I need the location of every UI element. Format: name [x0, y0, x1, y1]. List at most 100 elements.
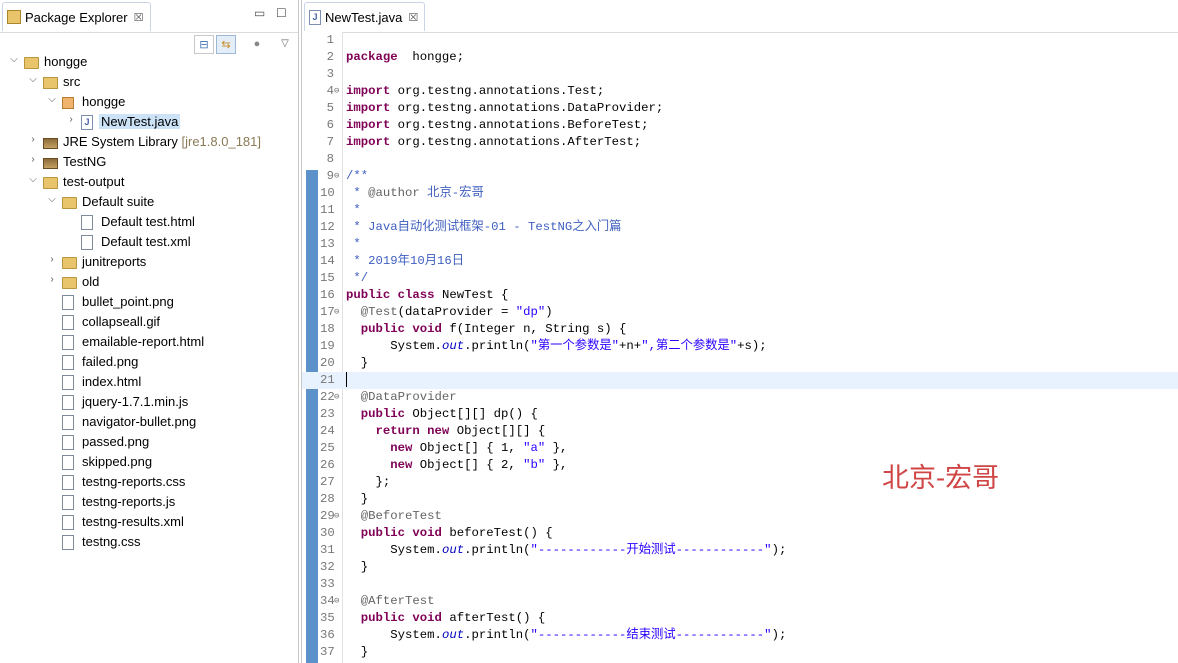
code-line[interactable]: 5 import org.testng.annotations.DataProvi… [302, 100, 1178, 117]
code-line[interactable]: 33 [302, 576, 1178, 593]
chevron-right-icon[interactable]: › [27, 154, 39, 165]
code-line[interactable]: 16 public class NewTest { [302, 287, 1178, 304]
tree-item[interactable]: passed.png [0, 432, 298, 452]
tree-item-text: Default suite [82, 194, 155, 209]
tree-item[interactable]: skipped.png [0, 452, 298, 472]
tree-item[interactable]: ⌵ src [0, 72, 298, 92]
tree-item[interactable]: jquery-1.7.1.min.js [0, 392, 298, 412]
close-icon[interactable]: ☒ [134, 11, 144, 24]
fold-toggle-icon[interactable]: ⊖ [334, 83, 339, 100]
chevron-right-icon[interactable]: › [27, 134, 39, 145]
tree-item[interactable]: ⌵ hongge [0, 52, 298, 72]
code-line[interactable]: 18 public void f(Integer n, String s) { [302, 321, 1178, 338]
tree-item[interactable]: testng-reports.js [0, 492, 298, 512]
code-line[interactable]: 8 [302, 151, 1178, 168]
code-line[interactable]: 2 package hongge; [302, 49, 1178, 66]
code-line[interactable]: 26 new Object[] { 2, "b" }, [302, 457, 1178, 474]
code-line[interactable]: 28 } [302, 491, 1178, 508]
fold-toggle-icon[interactable]: ⊖ [334, 508, 339, 525]
code-line[interactable]: 17 ⊖ @Test(dataProvider = "dp") [302, 304, 1178, 321]
tree-item[interactable]: testng-reports.css [0, 472, 298, 492]
code-editor[interactable]: 1 2 package hongge; 3 4 ⊖ import org.testng.an… [302, 32, 1178, 663]
tree-item-text: hongge [44, 54, 88, 69]
chevron-down-icon[interactable]: ⌵ [27, 74, 39, 85]
code-line[interactable]: 4 ⊖ import org.testng.annotations.Test; [302, 83, 1178, 100]
close-icon[interactable]: ☒ [408, 11, 418, 24]
code-line[interactable]: 35 public void afterTest() { [302, 610, 1178, 627]
code-line[interactable]: 15 */ [302, 270, 1178, 287]
fold-toggle-icon[interactable]: ⊖ [334, 593, 339, 610]
code-line[interactable]: 11 * [302, 202, 1178, 219]
tree-item[interactable]: emailable-report.html [0, 332, 298, 352]
code-line[interactable]: 13 * [302, 236, 1178, 253]
fold-toggle-icon[interactable]: ⊖ [334, 389, 339, 406]
code-line[interactable]: 34 ⊖ @AfterTest [302, 593, 1178, 610]
tree-item[interactable]: Default test.xml [0, 232, 298, 252]
file-icon [62, 455, 74, 470]
tree-item[interactable]: › J NewTest.java [0, 112, 298, 132]
code-line[interactable]: 10 * @author 北京-宏哥 [302, 185, 1178, 202]
tab-package-explorer[interactable]: Package Explorer ☒ [2, 2, 151, 31]
tree-item[interactable]: ⌵ Default suite [0, 192, 298, 212]
fold-toggle-icon[interactable]: ⊖ [334, 304, 339, 321]
chevron-down-icon[interactable]: ⌵ [8, 54, 20, 65]
code-token: * [346, 203, 361, 217]
tree-item[interactable]: failed.png [0, 352, 298, 372]
tree-item[interactable]: index.html [0, 372, 298, 392]
chevron-down-icon[interactable]: ⌵ [46, 94, 58, 105]
code-line[interactable]: 22 ⊖ @DataProvider [302, 389, 1178, 406]
tree-item-text: bullet_point.png [82, 294, 174, 309]
chevron-right-icon[interactable]: › [65, 114, 77, 125]
code-line[interactable]: 20 } [302, 355, 1178, 372]
code-line[interactable]: 6 import org.testng.annotations.BeforeTes… [302, 117, 1178, 134]
tree-item[interactable]: collapseall.gif [0, 312, 298, 332]
code-line[interactable]: 37 } [302, 644, 1178, 661]
chevron-down-icon[interactable]: ⌵ [46, 194, 58, 205]
code-line[interactable]: 36 System.out.println("------------结束测试-… [302, 627, 1178, 644]
tree-item[interactable]: bullet_point.png [0, 292, 298, 312]
chevron-right-icon[interactable]: › [46, 254, 58, 265]
tree-item[interactable]: › junitreports [0, 252, 298, 272]
tree-item[interactable]: ⌵ hongge [0, 92, 298, 112]
minimize-icon[interactable]: ▭ [254, 6, 265, 20]
code-token: } [346, 645, 369, 659]
code-token: .println( [464, 543, 531, 557]
code-line[interactable]: 25 new Object[] { 1, "a" }, [302, 440, 1178, 457]
tree-item[interactable]: › JRE System Library [jre1.8.0_181] [0, 132, 298, 152]
code-line[interactable]: 14 * 2019年10月16日 [302, 253, 1178, 270]
code-line[interactable]: 21 [302, 372, 1178, 389]
code-line[interactable]: 30 public void beforeTest() { [302, 525, 1178, 542]
tree-item[interactable]: ⌵ test-output [0, 172, 298, 192]
tree-item[interactable]: › old [0, 272, 298, 292]
code-line[interactable]: 12 * Java自动化测试框架-01 - TestNG之入门篇 [302, 219, 1178, 236]
code-line[interactable]: 27 }; [302, 474, 1178, 491]
code-line[interactable]: 32 } [302, 559, 1178, 576]
code-line[interactable]: 31 System.out.println("------------开始测试-… [302, 542, 1178, 559]
code-line[interactable]: 1 [302, 32, 1178, 49]
package-explorer-title: Package Explorer [25, 9, 128, 25]
code-line[interactable]: 9 ⊖ /** [302, 168, 1178, 185]
tree-item[interactable]: testng-results.xml [0, 512, 298, 532]
code-line[interactable]: 29 ⊖ @BeforeTest [302, 508, 1178, 525]
view-menu-icon[interactable]: ▽ [276, 35, 294, 52]
tree-item[interactable]: testng.css [0, 532, 298, 552]
code-text: import org.testng.annotations.AfterTest; [346, 134, 641, 151]
code-line[interactable]: 23 public Object[][] dp() { [302, 406, 1178, 423]
chevron-right-icon[interactable]: › [46, 274, 58, 285]
tab-newtest-java[interactable]: J NewTest.java ☒ [304, 2, 426, 31]
tree-item[interactable]: Default test.html [0, 212, 298, 232]
code-line[interactable]: 7 import org.testng.annotations.AfterTest… [302, 134, 1178, 151]
code-line[interactable]: 3 [302, 66, 1178, 83]
code-token: } [346, 560, 369, 574]
fold-toggle-icon[interactable]: ⊖ [334, 168, 339, 185]
code-line[interactable]: 24 return new Object[][] { [302, 423, 1178, 440]
code-line[interactable]: 19 System.out.println("第一个参数是"+n+",第二个参数… [302, 338, 1178, 355]
package-icon [62, 97, 74, 109]
chevron-down-icon[interactable]: ⌵ [27, 174, 39, 185]
maximize-icon[interactable]: ☐ [276, 6, 287, 20]
code-token: */ [346, 271, 369, 285]
tree-item[interactable]: › TestNG [0, 152, 298, 172]
tree-item[interactable]: navigator-bullet.png [0, 412, 298, 432]
focus-icon[interactable]: ● [248, 35, 266, 52]
tree-item-label: failed.png [82, 354, 138, 369]
